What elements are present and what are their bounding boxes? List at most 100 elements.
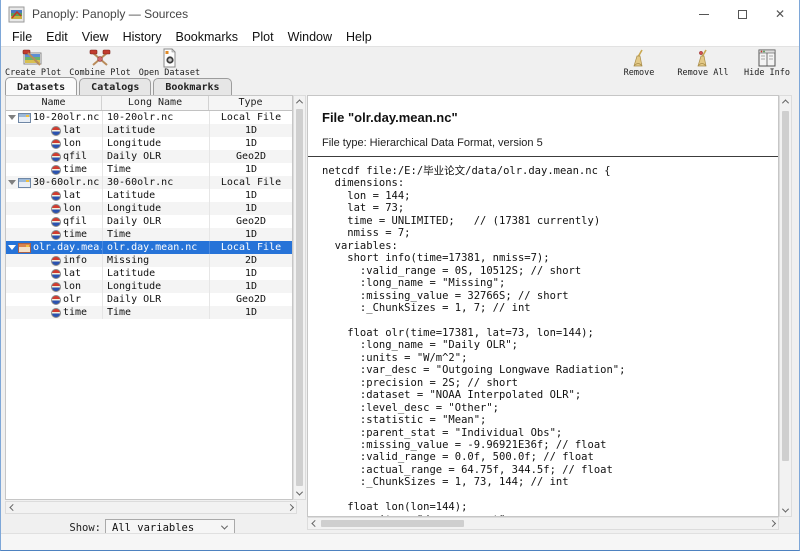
tree-horizontal-scrollbar[interactable] (5, 501, 297, 514)
scroll-down-icon[interactable] (780, 505, 791, 516)
expand-triangle-icon[interactable] (8, 245, 16, 250)
column-header-long-name[interactable]: Long Name (102, 96, 209, 110)
expand-triangle-icon[interactable] (8, 180, 16, 185)
table-row[interactable]: 10-20olr.nc 10-20olr.nc Local File (6, 111, 292, 124)
table-row[interactable]: lon Longitude 1D (6, 137, 292, 150)
create-plot-icon (20, 48, 46, 68)
table-row[interactable]: info Missing 2D (6, 254, 292, 267)
scroll-right-icon[interactable] (285, 502, 296, 513)
file-type-label: File type: Hierarchical Data Format, ver… (322, 137, 778, 149)
cell-long-name: Missing (102, 254, 209, 267)
file-info-view[interactable]: File "olr.day.mean.nc" File type: Hierar… (307, 95, 779, 517)
tree-header: Name Long Name Type (6, 96, 292, 111)
table-row[interactable]: time Time 1D (6, 306, 292, 319)
hide-info-button[interactable]: Hide Info (739, 48, 795, 78)
cell-long-name: Time (102, 163, 209, 176)
cell-type: Local File (209, 241, 292, 254)
cell-long-name: Longitude (102, 202, 209, 215)
column-header-type[interactable]: Type (209, 96, 292, 110)
menu-file[interactable]: File (5, 30, 39, 44)
menu-window[interactable]: Window (281, 30, 339, 44)
panoply-app-icon (8, 6, 25, 23)
cell-type: 1D (209, 228, 292, 241)
table-row[interactable]: qfil Daily OLR Geo2D (6, 215, 292, 228)
scroll-down-icon[interactable] (294, 488, 305, 499)
table-row[interactable]: olr Daily OLR Geo2D (6, 293, 292, 306)
title-bar[interactable]: Panoply: Panoply — Sources ✕ (1, 0, 799, 28)
combine-plot-button[interactable]: Combine Plot (69, 48, 130, 78)
netcdf-header-dump: netcdf file:/E:/毕业论文/data/olr.day.mean.n… (308, 165, 778, 517)
tree-vertical-scrollbar[interactable] (293, 95, 306, 500)
scrollbar-thumb[interactable] (296, 109, 303, 486)
dataset-file-icon (18, 178, 31, 188)
menu-bookmarks[interactable]: Bookmarks (168, 30, 245, 44)
chevron-down-icon (221, 523, 228, 530)
remove-button[interactable]: Remove (611, 48, 667, 78)
table-row-selected[interactable]: olr.day.mea... olr.day.mean.nc Local Fil… (6, 241, 292, 254)
scrollbar-thumb[interactable] (321, 520, 464, 527)
remove-all-button[interactable]: Remove All (675, 48, 731, 78)
cell-name: 30-60olr.nc (33, 176, 99, 189)
menu-edit[interactable]: Edit (39, 30, 75, 44)
cell-type: 1D (209, 137, 292, 150)
table-row[interactable]: lat Latitude 1D (6, 267, 292, 280)
cell-long-name: Time (102, 228, 209, 241)
column-header-name[interactable]: Name (6, 96, 102, 110)
variable-icon (51, 204, 61, 214)
status-bar (1, 533, 799, 550)
datasets-panel: Name Long Name Type 10-20olr.nc 10-20olr… (5, 95, 306, 514)
info-horizontal-scrollbar[interactable] (307, 517, 779, 530)
tab-bar: Datasets Catalogs Bookmarks (1, 76, 799, 95)
menu-view[interactable]: View (75, 30, 116, 44)
cell-long-name: olr.day.mean.nc (102, 241, 209, 254)
table-row[interactable]: lat Latitude 1D (6, 124, 292, 137)
scroll-right-icon[interactable] (767, 518, 778, 529)
cell-long-name: Latitude (102, 189, 209, 202)
info-vertical-scrollbar[interactable] (779, 95, 792, 517)
table-row[interactable]: lon Longitude 1D (6, 280, 292, 293)
cell-long-name: Latitude (102, 267, 209, 280)
menu-history[interactable]: History (116, 30, 169, 44)
cell-type: 1D (209, 267, 292, 280)
cell-name: qfil (63, 150, 87, 163)
remove-icon (626, 48, 652, 68)
table-row[interactable]: 30-60olr.nc 30-60olr.nc Local File (6, 176, 292, 189)
cell-name: 10-20olr.nc (33, 111, 99, 124)
expand-triangle-icon[interactable] (8, 115, 16, 120)
minimize-button[interactable] (685, 0, 723, 28)
cell-type: Geo2D (209, 215, 292, 228)
menu-plot[interactable]: Plot (245, 30, 281, 44)
scroll-up-icon[interactable] (294, 96, 305, 107)
cell-long-name: 10-20olr.nc (102, 111, 209, 124)
variable-icon (51, 230, 61, 240)
table-row[interactable]: time Time 1D (6, 163, 292, 176)
menu-help[interactable]: Help (339, 30, 379, 44)
dataset-file-icon (18, 243, 31, 253)
scroll-up-icon[interactable] (780, 96, 791, 107)
scrollbar-thumb[interactable] (782, 111, 789, 461)
scroll-left-icon[interactable] (308, 518, 319, 529)
scroll-left-icon[interactable] (6, 502, 17, 513)
tab-datasets[interactable]: Datasets (5, 77, 77, 95)
tab-catalogs[interactable]: Catalogs (79, 78, 151, 95)
variable-icon (51, 282, 61, 292)
variable-icon (51, 191, 61, 201)
table-row[interactable]: qfil Daily OLR Geo2D (6, 150, 292, 163)
create-plot-button[interactable]: Create Plot (5, 48, 61, 78)
close-button[interactable]: ✕ (761, 0, 799, 28)
tab-bookmarks[interactable]: Bookmarks (153, 78, 231, 95)
cell-name: lon (63, 202, 81, 215)
combine-plot-icon (87, 48, 113, 68)
maximize-button[interactable] (723, 0, 761, 28)
cell-name: lat (63, 189, 81, 202)
variable-icon (51, 139, 61, 149)
variable-icon (51, 165, 61, 175)
cell-type: 1D (209, 163, 292, 176)
table-row[interactable]: time Time 1D (6, 228, 292, 241)
open-dataset-button[interactable]: Open Dataset (139, 48, 200, 78)
file-title: File "olr.day.mean.nc" (322, 110, 778, 125)
table-row[interactable]: lat Latitude 1D (6, 189, 292, 202)
panoply-window: Panoply: Panoply — Sources ✕ File Edit V… (0, 0, 800, 551)
table-row[interactable]: lon Longitude 1D (6, 202, 292, 215)
cell-type: 1D (209, 280, 292, 293)
